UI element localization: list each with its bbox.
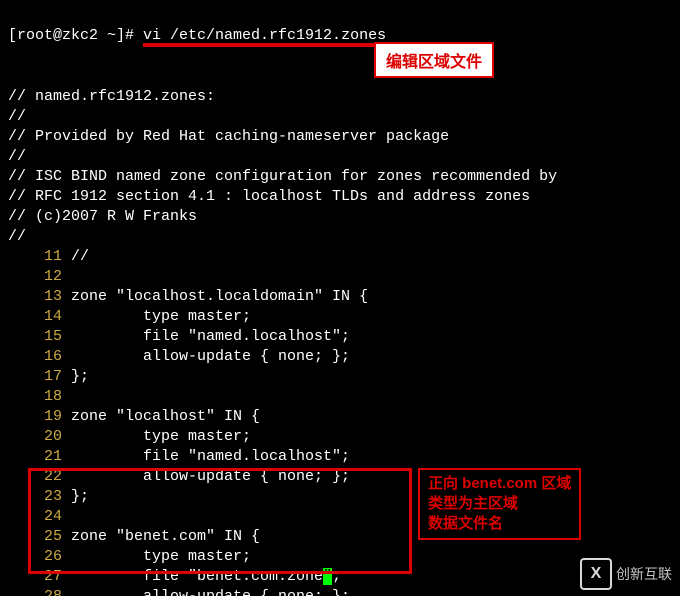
line-number: 14 [8, 307, 62, 327]
annotation-benet-zone-desc: 正向 benet.com 区域 类型为主区域 数据文件名 [418, 468, 581, 540]
annotation-edit-zone-file: 编辑区域文件 [374, 42, 494, 78]
line-number: 18 [8, 387, 62, 407]
code-line: // [71, 248, 89, 265]
file-header-line: // RFC 1912 section 4.1 : localhost TLDs… [8, 188, 530, 205]
line-number: 28 [8, 587, 62, 596]
line-number: 24 [8, 507, 62, 527]
line-number: 25 [8, 527, 62, 547]
editor-cursor: " [323, 568, 332, 585]
line-number: 17 [8, 367, 62, 387]
file-header-line: // [8, 228, 26, 245]
file-header-line: // ISC BIND named zone configuration for… [8, 168, 557, 185]
line-number: 20 [8, 427, 62, 447]
file-header-line: // [8, 108, 26, 125]
annotation-line: 类型为主区域 [428, 495, 518, 512]
line-number: 12 [8, 267, 62, 287]
code-line: }; [71, 488, 89, 505]
code-line: zone "localhost.localdomain" IN { [71, 288, 368, 305]
code-line: allow-update { none; }; [71, 468, 350, 485]
shell-prompt: [root@zkc2 ~]# [8, 27, 143, 44]
shell-command: vi /etc/named.rfc1912.zones [143, 29, 386, 47]
code-line: type master; [71, 428, 251, 445]
line-number: 11 [8, 247, 62, 267]
line-number: 16 [8, 347, 62, 367]
file-header-line: // named.rfc1912.zones: [8, 88, 215, 105]
code-line: zone "benet.com" IN { [71, 528, 260, 545]
line-number: 22 [8, 467, 62, 487]
file-header-line: // Provided by Red Hat caching-nameserve… [8, 128, 449, 145]
line-number: 27 [8, 567, 62, 587]
line-number: 13 [8, 287, 62, 307]
line-number: 26 [8, 547, 62, 567]
line-number: 21 [8, 447, 62, 467]
watermark-icon: X [580, 558, 612, 590]
annotation-line: 数据文件名 [428, 515, 503, 532]
code-line: file "named.localhost"; [71, 328, 350, 345]
line-number: 23 [8, 487, 62, 507]
code-line: type master; [71, 548, 251, 565]
code-line: ; [332, 568, 341, 585]
watermark: X 创新互联 [580, 558, 672, 590]
code-line: file "named.localhost"; [71, 448, 350, 465]
watermark-text: 创新互联 [616, 564, 672, 584]
code-line: file "benet.com.zone [71, 568, 323, 585]
line-number: 19 [8, 407, 62, 427]
code-line: zone "localhost" IN { [71, 408, 260, 425]
file-header-line: // (c)2007 R W Franks [8, 208, 197, 225]
file-header-line: // [8, 148, 26, 165]
code-line: }; [71, 368, 89, 385]
line-number: 15 [8, 327, 62, 347]
code-line: type master; [71, 308, 251, 325]
code-line: allow-update { none; }; [71, 588, 350, 596]
code-line: allow-update { none; }; [71, 348, 350, 365]
annotation-line: 正向 benet.com 区域 [428, 475, 571, 492]
